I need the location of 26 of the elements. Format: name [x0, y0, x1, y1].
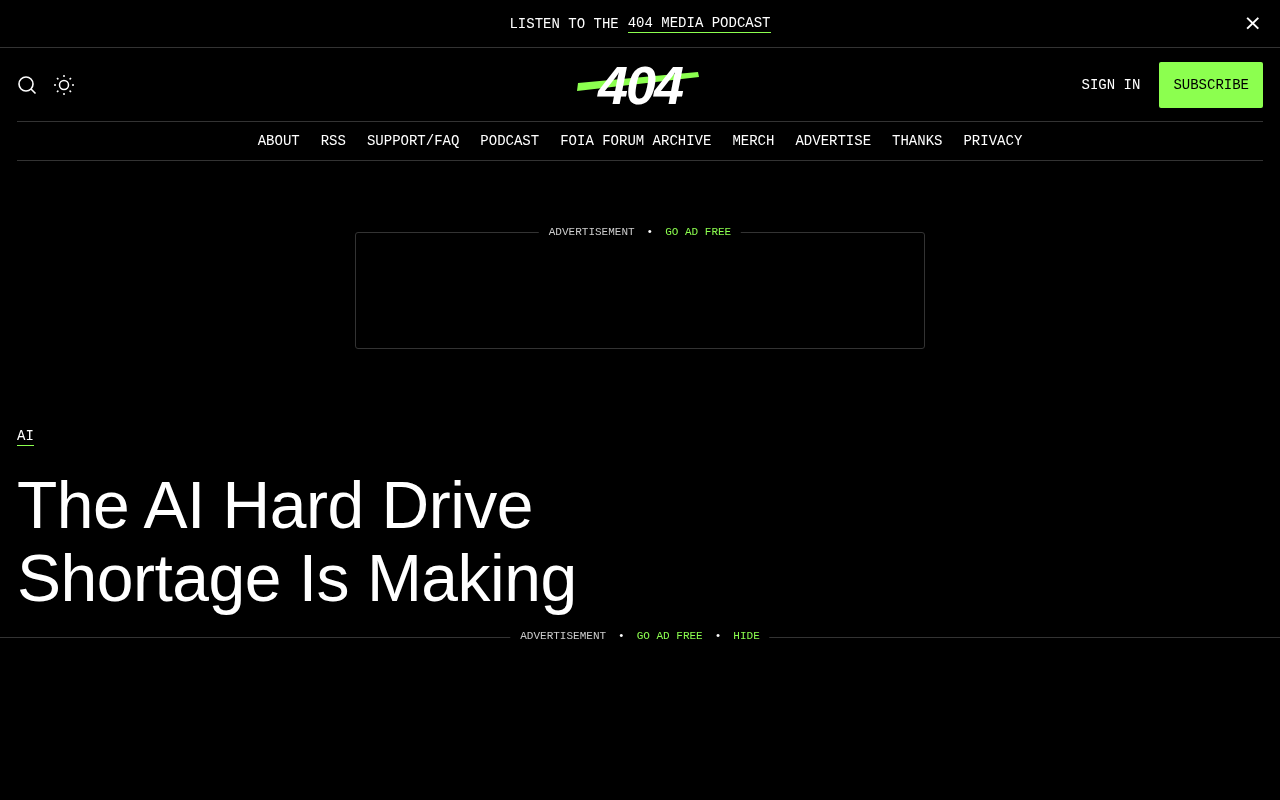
- subscribe-button[interactable]: SUBSCRIBE: [1159, 61, 1263, 108]
- nav-link[interactable]: MERCH: [732, 133, 775, 149]
- nav-link[interactable]: ADVERTISE: [795, 133, 872, 149]
- announcement-text: LISTEN TO THE: [509, 15, 619, 32]
- nav-link[interactable]: RSS: [320, 133, 346, 149]
- category-link[interactable]: AI: [17, 428, 34, 446]
- nav-link[interactable]: PODCAST: [480, 133, 540, 149]
- nav-link[interactable]: SUPPORT/FAQ: [366, 133, 460, 149]
- go-ad-free-link[interactable]: GO AD FREE: [665, 225, 732, 240]
- nav-link[interactable]: FOIA FORUM ARCHIVE: [560, 133, 712, 149]
- ad-label: ADVERTISEMENT: [520, 629, 607, 644]
- hide-link[interactable]: HIDE: [733, 629, 760, 644]
- nav-link[interactable]: ABOUT: [257, 133, 300, 149]
- podcast-link[interactable]: 404 MEDIA PODCAST: [627, 14, 771, 33]
- article-title: The AI Hard Drive Shortage Is Making: [17, 469, 578, 615]
- separator-dot: •: [714, 629, 722, 644]
- separator-dot: •: [646, 225, 654, 240]
- ad-label: ADVERTISEMENT: [548, 225, 635, 240]
- sun-icon[interactable]: [53, 73, 75, 96]
- nav-link[interactable]: PRIVACY: [963, 133, 1023, 149]
- search-icon[interactable]: [17, 74, 37, 95]
- close-button[interactable]: ×: [1239, 11, 1266, 35]
- go-ad-free-link[interactable]: GO AD FREE: [636, 629, 703, 644]
- sign-in-link[interactable]: SIGN IN: [1081, 76, 1141, 93]
- nav-link[interactable]: THANKS: [892, 133, 943, 149]
- separator-dot: •: [618, 629, 625, 644]
